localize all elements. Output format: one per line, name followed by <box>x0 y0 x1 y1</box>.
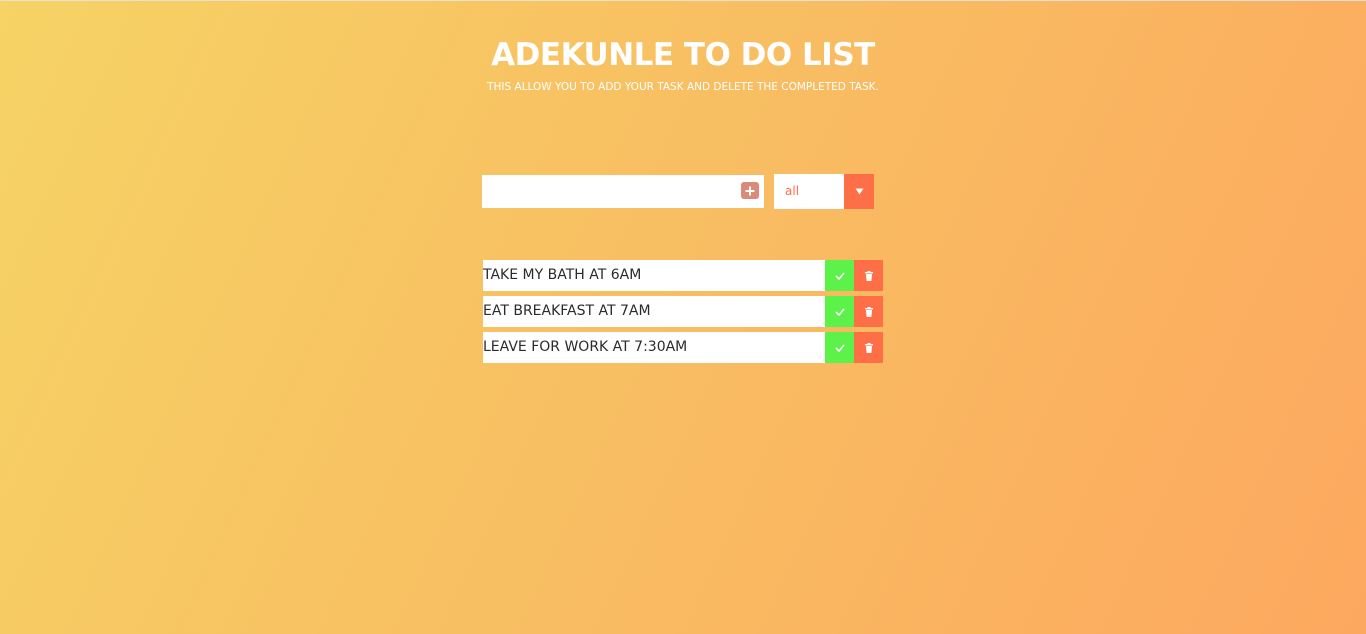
filter-select[interactable]: all <box>774 174 874 209</box>
todo-input[interactable] <box>482 175 732 208</box>
todo-text: TAKE MY BATH AT 6AM <box>483 260 825 291</box>
delete-button[interactable] <box>854 332 883 363</box>
complete-button[interactable] <box>825 332 854 363</box>
trash-icon <box>864 270 873 281</box>
todo-item: LEAVE FOR WORK AT 7:30AM <box>483 332 883 363</box>
filter-selected-value: all <box>785 184 800 198</box>
check-icon <box>834 307 845 316</box>
check-icon <box>834 343 845 352</box>
todo-item: EAT BREAKFAST AT 7AM <box>483 296 883 327</box>
todo-text: LEAVE FOR WORK AT 7:30AM <box>483 332 825 363</box>
caret-down-icon <box>855 188 863 195</box>
delete-button[interactable] <box>854 296 883 327</box>
filter-dropdown-button[interactable] <box>844 174 874 209</box>
plus-square-icon <box>745 186 755 195</box>
add-todo-form <box>482 175 764 208</box>
page-title: ADEKUNLE TO DO LIST <box>491 37 875 73</box>
todo-list: TAKE MY BATH AT 6AM EAT BREAKFAST AT 7AM <box>483 260 883 368</box>
page-subtitle: THIS ALLOW YOU TO ADD YOUR TASK AND DELE… <box>487 81 879 93</box>
trash-icon <box>864 306 873 317</box>
trash-icon <box>864 342 873 353</box>
todo-text: EAT BREAKFAST AT 7AM <box>483 296 825 327</box>
page-header: ADEKUNLE TO DO LIST THIS ALLOW YOU TO AD… <box>0 37 1366 94</box>
complete-button[interactable] <box>825 296 854 327</box>
todo-item: TAKE MY BATH AT 6AM <box>483 260 883 291</box>
complete-button[interactable] <box>825 260 854 291</box>
delete-button[interactable] <box>854 260 883 291</box>
check-icon <box>834 271 845 280</box>
add-todo-button[interactable] <box>741 182 759 199</box>
